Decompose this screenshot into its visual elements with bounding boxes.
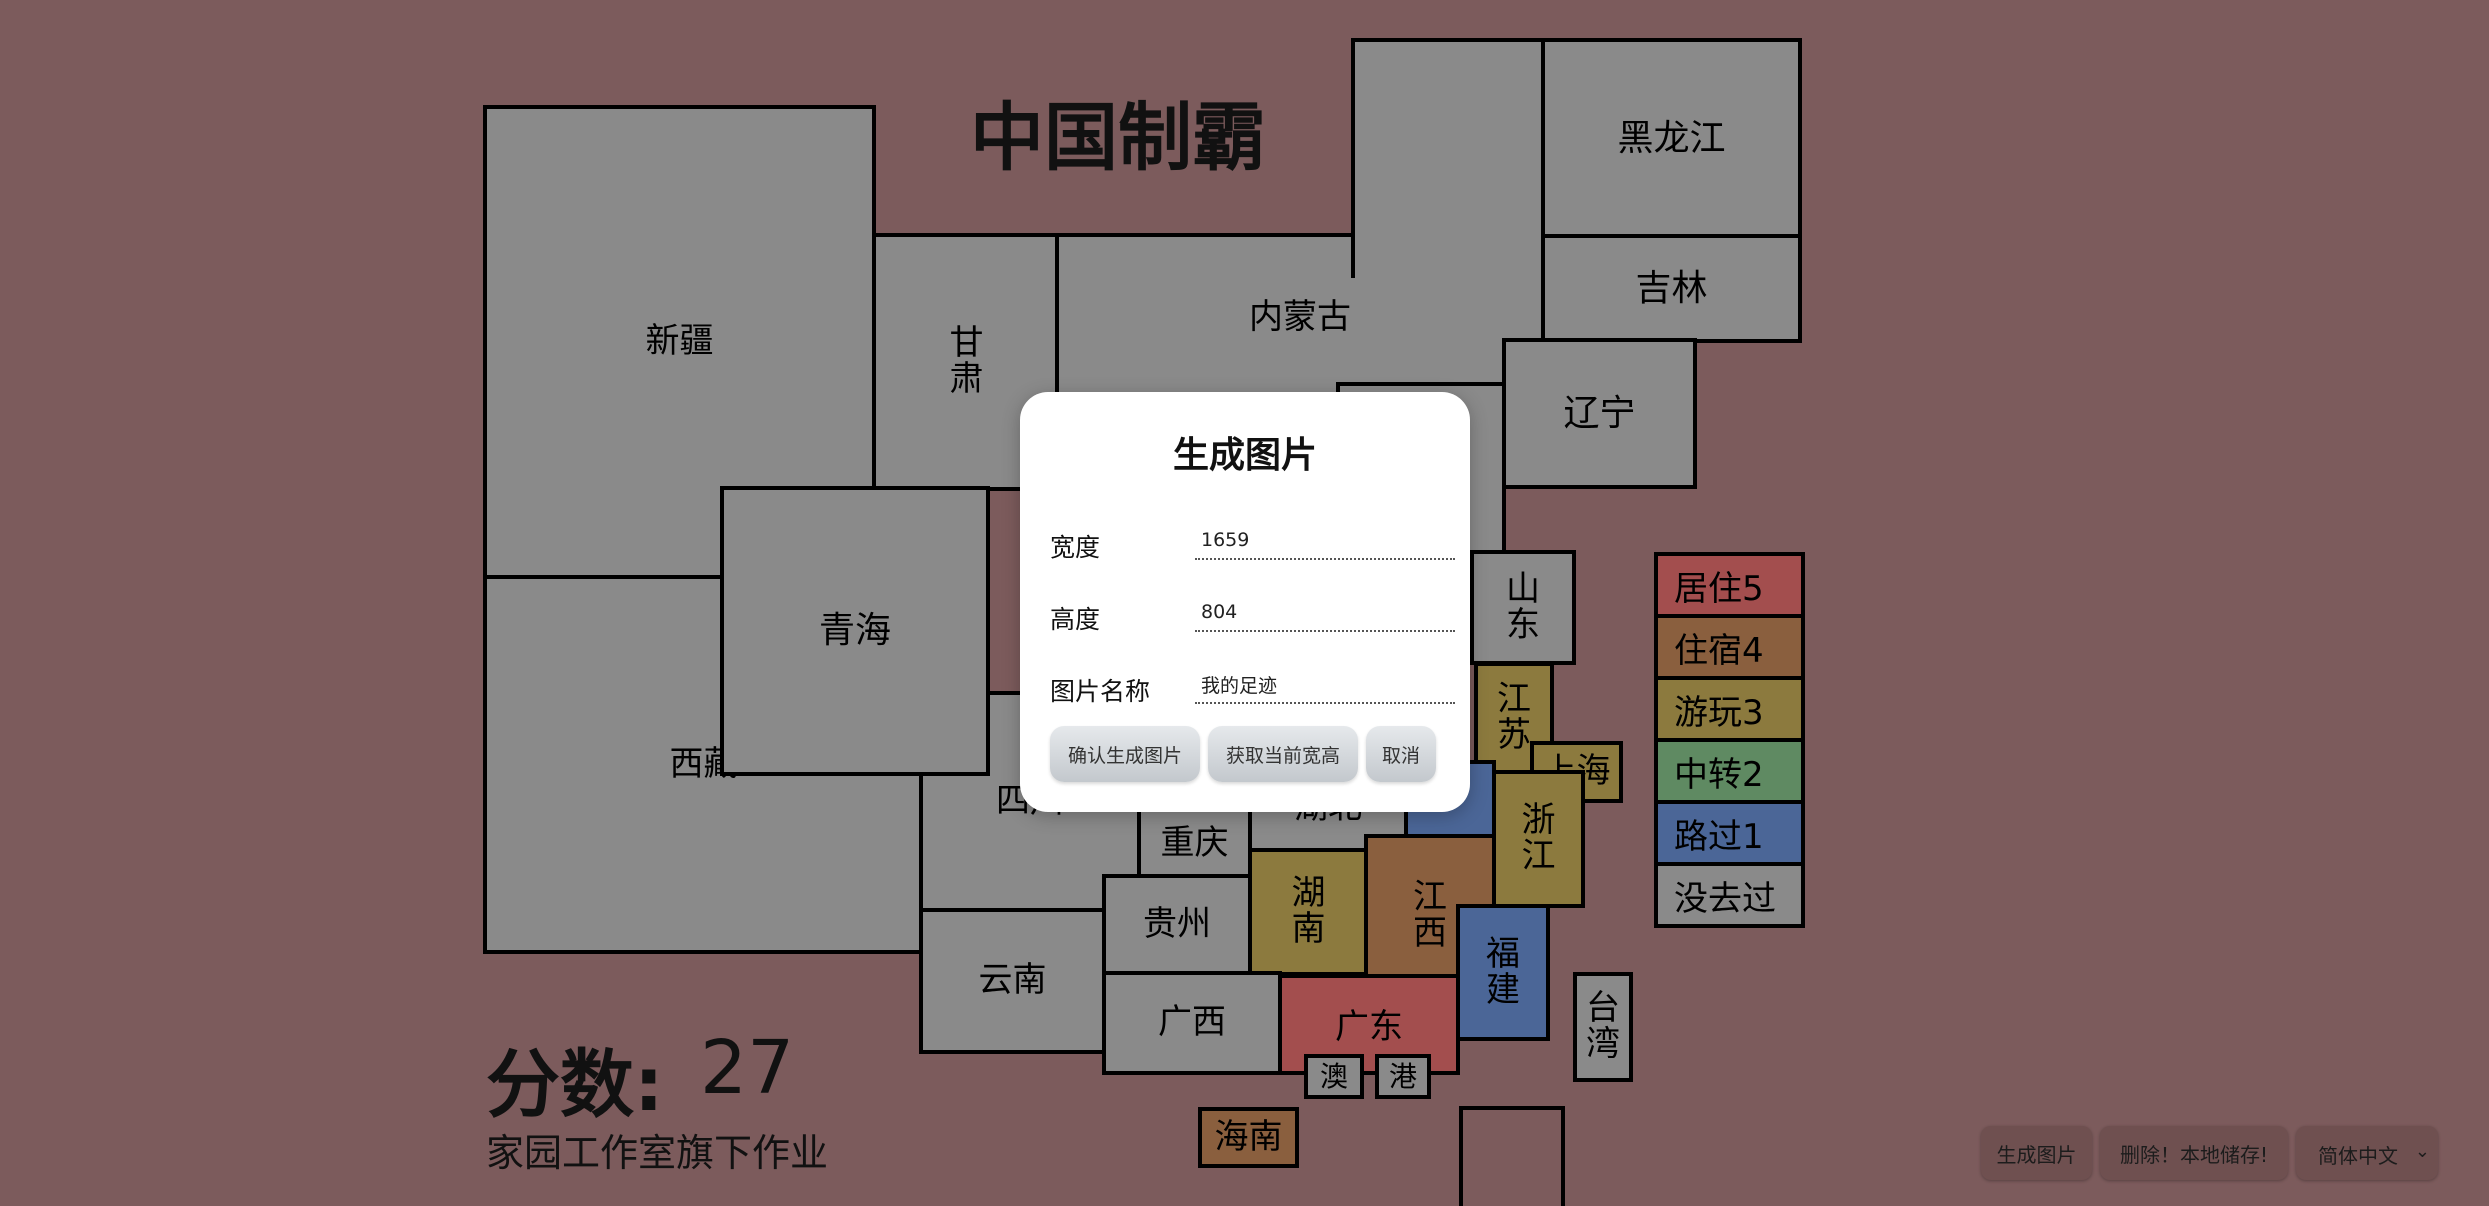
generate-image-dialog: 生成图片 宽度 高度 图片名称 确认生成图片 获取当前宽高 取消 bbox=[1020, 392, 1470, 812]
width-label: 宽度 bbox=[1050, 533, 1101, 562]
confirm-generate-button[interactable]: 确认生成图片 bbox=[1050, 726, 1200, 782]
dialog-title: 生成图片 bbox=[1172, 435, 1317, 476]
width-row: 宽度 bbox=[1050, 516, 1455, 566]
modal-overlay: 生成图片 宽度 高度 图片名称 确认生成图片 获取当前宽高 取消 bbox=[0, 0, 2489, 1206]
image-name-input[interactable] bbox=[1195, 666, 1455, 704]
width-input[interactable] bbox=[1195, 522, 1455, 560]
height-input[interactable] bbox=[1195, 594, 1455, 632]
height-row: 高度 bbox=[1050, 588, 1455, 638]
get-current-size-button[interactable]: 获取当前宽高 bbox=[1208, 726, 1358, 782]
cancel-button[interactable]: 取消 bbox=[1366, 726, 1436, 782]
image-name-row: 图片名称 bbox=[1050, 660, 1455, 710]
height-label: 高度 bbox=[1050, 605, 1101, 634]
image-name-label: 图片名称 bbox=[1050, 677, 1151, 706]
